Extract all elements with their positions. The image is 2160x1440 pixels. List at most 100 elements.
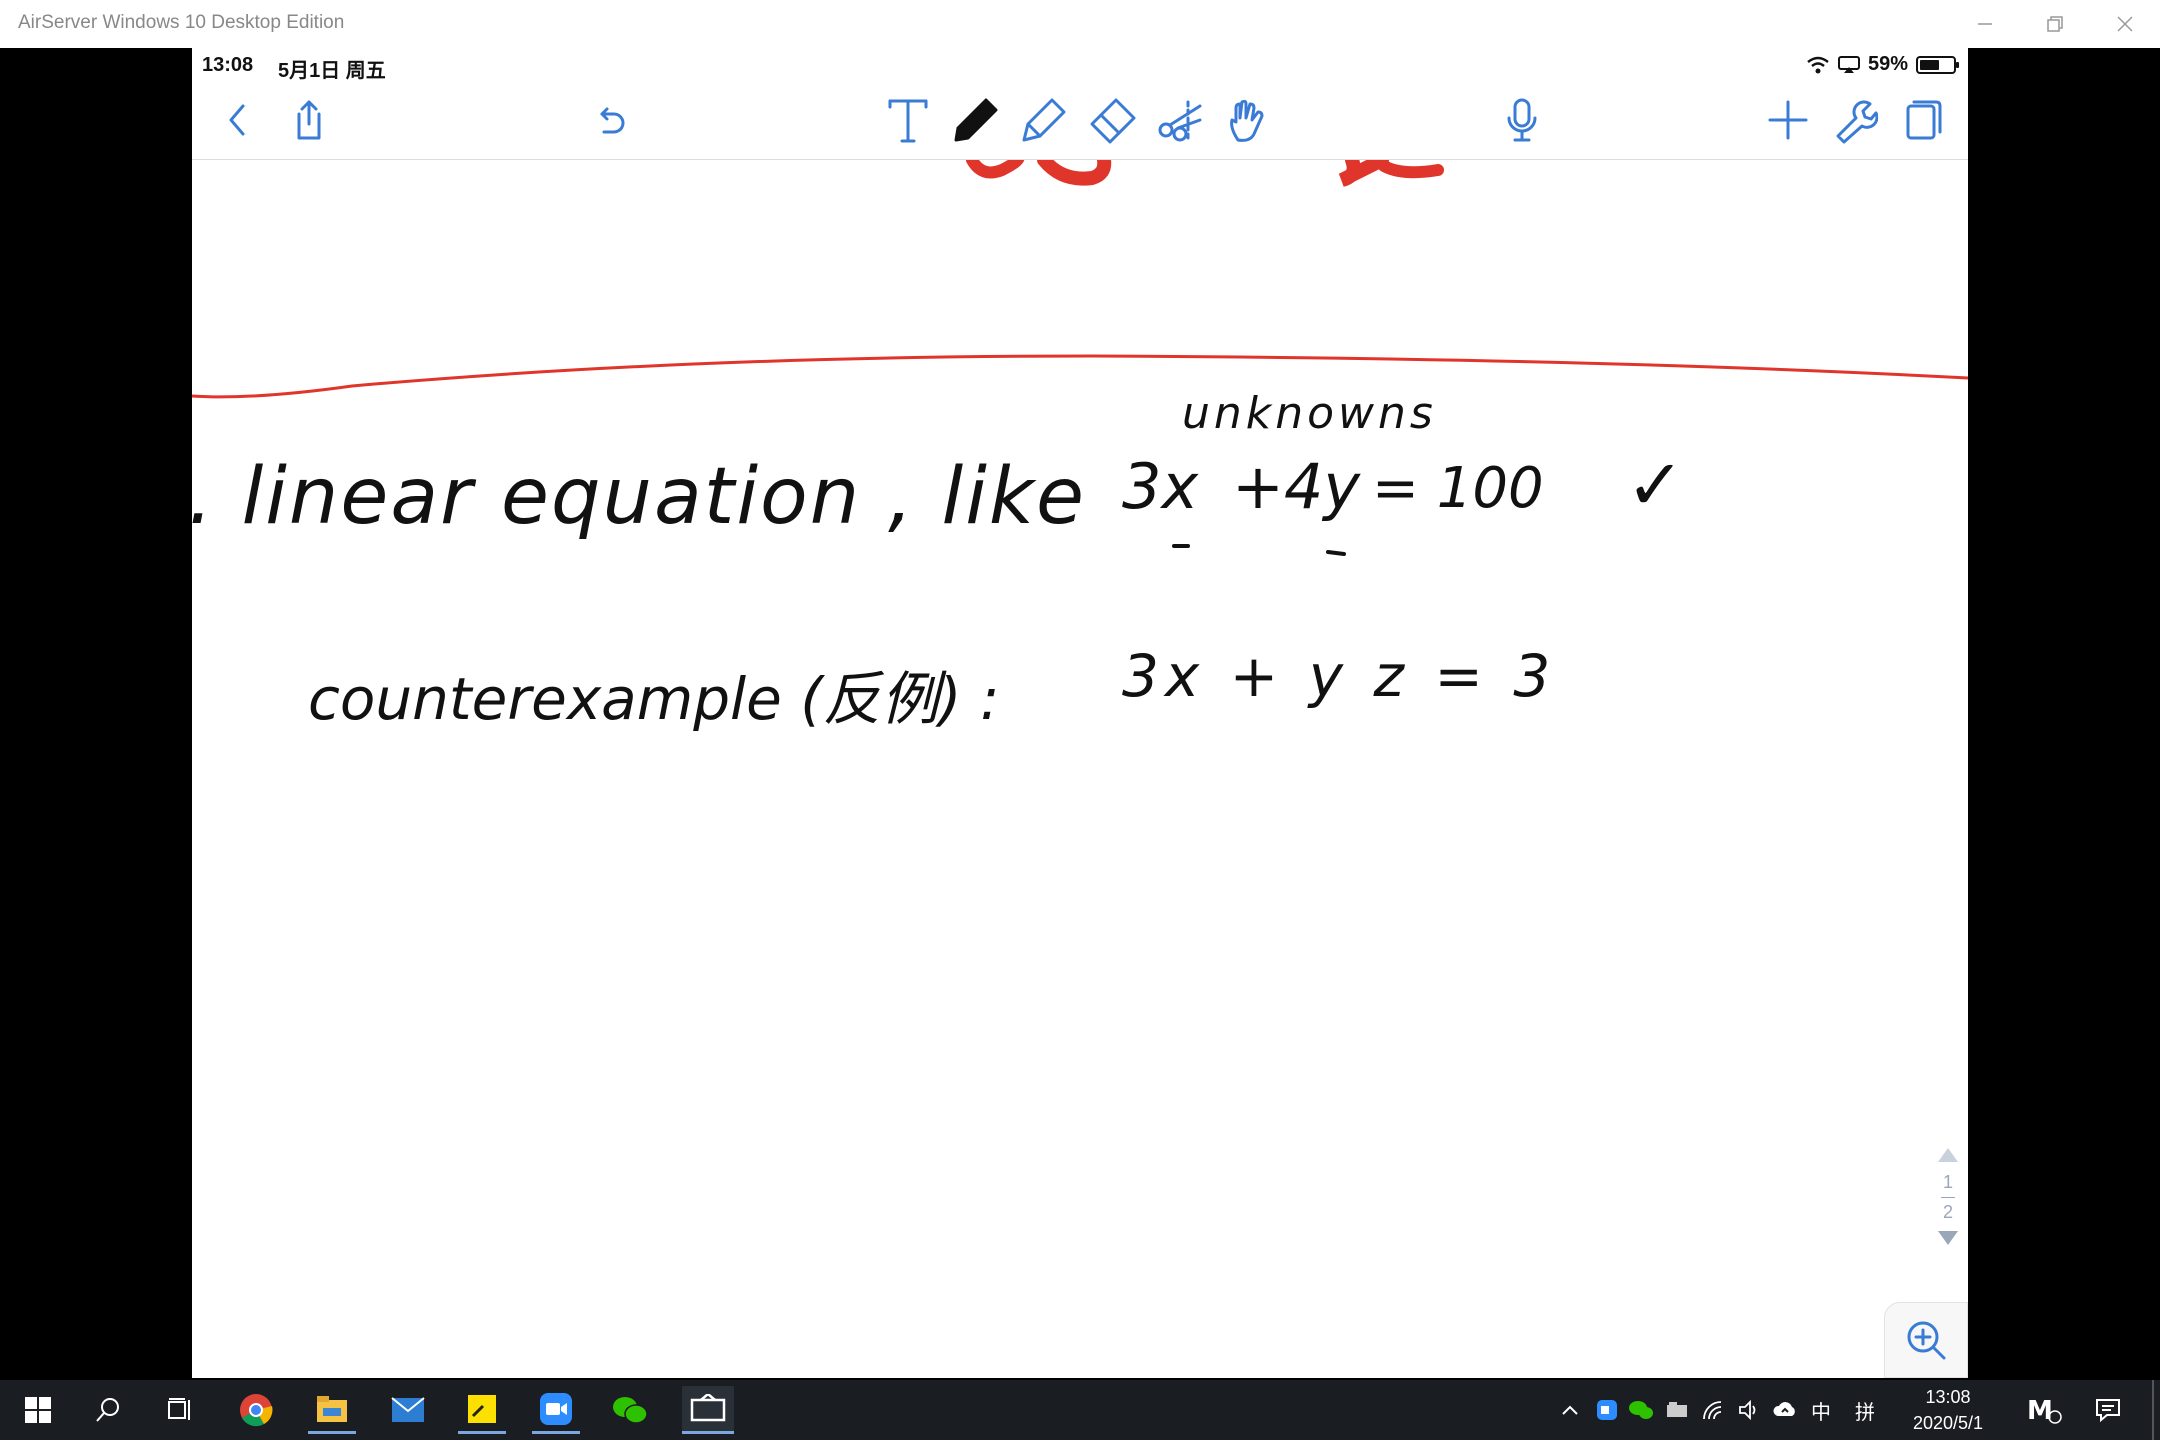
ios-status-bar: 13:08 5月1日 周五 59% [192,48,1968,82]
tray-overflow[interactable] [1556,1386,1584,1434]
restore-button[interactable] [2020,0,2090,48]
pen-tool-icon [954,98,998,142]
tray-network[interactable] [1698,1386,1728,1434]
red-ink-stroke [1338,160,1389,187]
eraser-tool-button[interactable] [1082,90,1142,150]
red-ink-stroke [1037,160,1112,186]
add-page-button[interactable] [1758,90,1818,150]
zoom-tray-icon [1597,1400,1617,1420]
wifi-tray-icon [1703,1401,1722,1420]
highlighter-tool-button[interactable] [1014,90,1074,150]
airserver-window: AirServer Windows 10 Desktop Edition 13:… [0,0,2160,1440]
taskbar-chrome[interactable] [232,1386,280,1434]
settings-button[interactable] [1824,90,1884,150]
ink-layer [192,160,1968,556]
tray-device[interactable] [1662,1386,1692,1434]
page-divider [1941,1197,1955,1198]
ime-pinyin[interactable]: 拼 [1850,1386,1880,1434]
pen-tool-button[interactable] [946,90,1006,150]
page-total: 2 [1942,1202,1953,1222]
line2-text: counterexample (反例) : [308,665,1000,733]
page-indicator: 1 2 [1928,1146,1968,1266]
clock-date: 2020/5/1 [1912,1413,1984,1433]
text-tool-icon [888,99,928,143]
search-button[interactable] [84,1386,132,1434]
taskbar-mail[interactable] [384,1386,432,1434]
chrome-icon [240,1394,273,1427]
text-tool-button[interactable] [878,90,938,150]
taskbar-clock[interactable]: 13:08 2020/5/1 [1888,1384,2008,1436]
chevron-up-icon [1562,1405,1578,1415]
action-center-button[interactable] [2088,1386,2128,1434]
close-button[interactable] [2090,0,2160,48]
battery-icon [1916,55,1959,74]
eraser-tool-icon [1090,98,1136,144]
add-page-icon [1768,100,1808,140]
m-app-icon: M [2027,1396,2062,1425]
minimize-button[interactable] [1950,0,2020,48]
wechat-tray-icon [1629,1401,1653,1419]
taskbar-sticky-notes[interactable] [458,1386,506,1434]
share-button[interactable] [276,90,336,150]
line1-text: . linear equation , like [192,452,1087,542]
tray-m-app[interactable]: M [2024,1386,2064,1434]
zoom-in-icon [1907,1321,1946,1360]
hand-tool-button[interactable] [1218,90,1278,150]
red-divider-line [192,354,1968,399]
device-tray-icon [1667,1402,1687,1417]
clock-time: 13:08 [1925,1387,1971,1407]
airserver-icon [690,1393,726,1421]
goodnotes-toolbar [192,82,1968,160]
ime-mode[interactable]: 中 [1806,1386,1836,1434]
back-button[interactable] [208,90,268,150]
line2-eq: 3x + y z = 3 [1122,642,1557,710]
status-time: 13:08 [202,54,254,76]
page-current: 1 [1942,1172,1953,1192]
wifi-icon [1807,56,1829,73]
taskbar-wechat[interactable] [606,1386,654,1434]
page-up-icon[interactable] [1936,1146,1960,1164]
settings-wrench-icon [1836,100,1878,144]
hand-tool-icon [1230,99,1264,142]
taskbar-airserver[interactable] [682,1386,734,1434]
window-titlebar: AirServer Windows 10 Desktop Edition [0,0,2160,48]
wechat-icon [613,1397,648,1424]
note-canvas[interactable]: unknowns . linear equation , like 3x +4y… [192,160,1968,1378]
tray-zoom[interactable] [1592,1386,1622,1434]
red-ink-stroke [966,160,1024,179]
page-down-icon[interactable] [1936,1229,1960,1247]
red-ink-stroke [1378,160,1444,179]
lasso-tool-button[interactable] [1150,90,1210,150]
taskbar-file-explorer[interactable] [308,1386,356,1434]
window-title: AirServer Windows 10 Desktop Edition [18,12,345,33]
start-button[interactable] [14,1386,62,1434]
tray-volume[interactable] [1734,1386,1764,1434]
tray-onedrive[interactable] [1770,1386,1800,1434]
task-view-button[interactable] [156,1386,204,1434]
pages-icon [1906,100,1942,140]
task-view-icon [168,1398,190,1420]
battery-percent: 59% [1867,53,1908,75]
taskbar-zoom[interactable] [532,1386,580,1434]
undo-button[interactable] [580,90,640,150]
pages-button[interactable] [1892,90,1952,150]
checkmark: ✓ [1626,444,1685,526]
tray-wechat[interactable] [1626,1386,1656,1434]
windows-taskbar: 中 拼 13:08 2020/5/1 M [0,1380,2160,1440]
line1-eq-y: +4y [1232,450,1361,523]
status-date: 5月1日 周五 [278,60,386,82]
show-desktop-button[interactable] [2152,1380,2154,1440]
share-icon [297,100,321,140]
zoom-button[interactable] [1884,1302,1968,1378]
microphone-button[interactable] [1492,90,1552,150]
search-icon [96,1398,119,1422]
windows-start-icon [25,1397,51,1423]
lasso-tool-icon [1158,100,1202,142]
ipad-screen: 13:08 5月1日 周五 59% unknowns . linear equa… [192,48,1968,1378]
restore-icon [2047,16,2063,32]
microphone-icon [1507,98,1537,142]
underline-y [1326,550,1346,556]
minimize-icon [1978,23,1992,25]
close-icon [2117,16,2133,32]
mail-icon [391,1397,425,1422]
